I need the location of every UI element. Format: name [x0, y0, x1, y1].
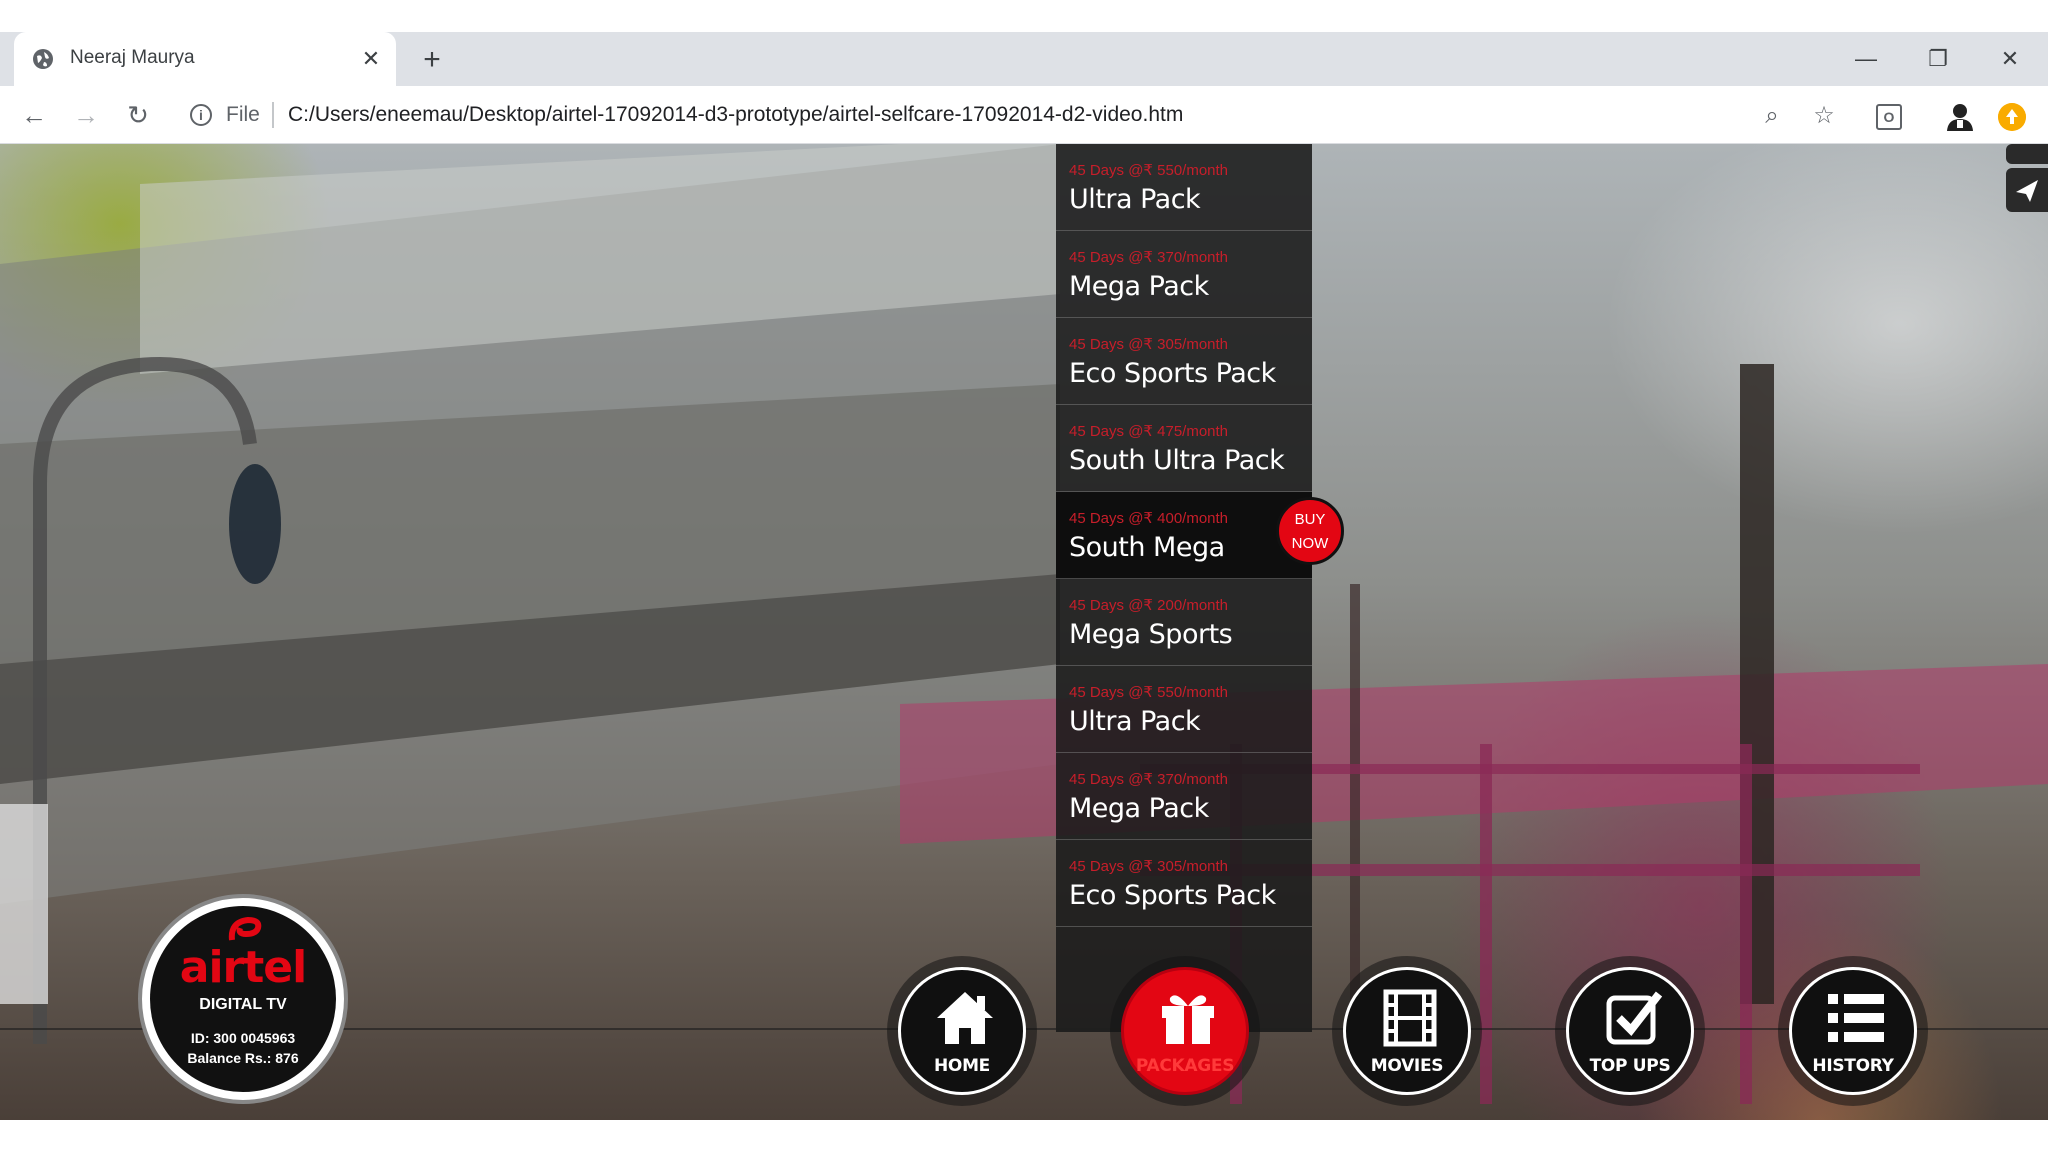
sync-icon[interactable]	[1998, 103, 2026, 131]
package-name: Ultra Pack	[1069, 706, 1201, 737]
account-balance: Balance Rs.: 876	[187, 1050, 299, 1066]
new-tab-button[interactable]: +	[416, 44, 448, 76]
package-name: Ultra Pack	[1069, 184, 1201, 215]
zoom-icon[interactable]: ⌕	[1758, 102, 1786, 130]
package-name: South Mega	[1069, 532, 1225, 563]
bottom-strip	[0, 1120, 2048, 1152]
home-icon	[937, 992, 993, 1044]
nav-ring: TOP UPS	[1566, 967, 1694, 1095]
logo-inner: airtel DIGITAL TV ID: 300 0045963 Balanc…	[150, 906, 336, 1092]
package-price: 45 Days @₹ 475/month	[1069, 423, 1229, 440]
package-name: Eco Sports Pack	[1069, 358, 1276, 389]
package-price: 45 Days @₹ 370/month	[1069, 771, 1229, 788]
package-price: 45 Days @₹ 550/month	[1069, 162, 1229, 179]
send-icon	[2016, 180, 2038, 202]
package-item[interactable]: 45 Days @₹ 550/month Ultra Pack	[1056, 144, 1312, 231]
nav-label: MOVIES	[1370, 1056, 1444, 1076]
package-item[interactable]: 45 Days @₹ 305/month Eco Sports Pack	[1056, 840, 1312, 927]
nav-ring: HOME	[898, 967, 1026, 1095]
list-icon	[1828, 994, 1884, 1042]
package-price: 45 Days @₹ 200/month	[1069, 597, 1229, 614]
extension-icon[interactable]: O	[1876, 104, 1902, 130]
nav-label: TOP UPS	[1589, 1056, 1671, 1076]
bookmark-star-icon[interactable]: ☆	[1810, 102, 1838, 130]
window-close-button[interactable]: ✕	[1982, 40, 2038, 78]
nav-packages[interactable]: PACKAGES	[1110, 956, 1260, 1106]
buy-now-line1: BUY	[1294, 511, 1326, 528]
globe-icon	[33, 49, 53, 69]
package-name: Mega Pack	[1069, 793, 1209, 824]
nav-top-ups[interactable]: TOP UPS	[1555, 956, 1705, 1106]
close-tab-icon[interactable]: ✕	[358, 46, 384, 72]
package-list: 45 Days @₹ 550/month Ultra Pack 45 Days …	[1056, 144, 1312, 1032]
nav-label: HISTORY	[1812, 1056, 1894, 1076]
package-item-selected[interactable]: 45 Days @₹ 400/month South Mega	[1056, 492, 1312, 579]
nav-home[interactable]: HOME	[887, 956, 1037, 1106]
profile-avatar-icon[interactable]	[1944, 100, 1976, 132]
tab-strip: Neeraj Maurya ✕ + — ❐ ✕	[0, 32, 2048, 86]
browser-tab[interactable]: Neeraj Maurya ✕	[14, 32, 396, 86]
package-item[interactable]: 45 Days @₹ 305/month Eco Sports Pack	[1056, 318, 1312, 405]
tab-title: Neeraj Maurya	[70, 47, 195, 68]
separator	[272, 102, 274, 128]
package-item[interactable]: 45 Days @₹ 475/month South Ultra Pack	[1056, 405, 1312, 492]
account-id: ID: 300 0045963	[190, 1030, 296, 1046]
browser-toolbar: ← → ↻ i File C:/Users/eneemau/Desktop/ai…	[0, 86, 2048, 144]
package-item[interactable]: 45 Days @₹ 550/month Ultra Pack	[1056, 666, 1312, 753]
package-name: Eco Sports Pack	[1069, 880, 1276, 911]
product-name: DIGITAL TV	[199, 996, 287, 1013]
airtel-logo-badge[interactable]: airtel DIGITAL TV ID: 300 0045963 Balanc…	[138, 894, 348, 1104]
package-price: 45 Days @₹ 305/month	[1069, 336, 1229, 353]
package-name: Mega Sports	[1069, 619, 1233, 650]
info-icon[interactable]: i	[190, 104, 212, 126]
gift-icon	[1162, 995, 1214, 1044]
package-name: South Ultra Pack	[1069, 445, 1285, 476]
nav-history[interactable]: HISTORY	[1778, 956, 1928, 1106]
minimize-button[interactable]: —	[1838, 40, 1894, 78]
nav-label: HOME	[933, 1056, 990, 1076]
restore-button[interactable]: ❐	[1910, 40, 1966, 78]
package-name: Mega Pack	[1069, 271, 1209, 302]
checkbox-icon	[1606, 991, 1663, 1045]
buy-now-line2: NOW	[1291, 535, 1329, 552]
nav-ring: PACKAGES	[1121, 967, 1249, 1095]
package-item[interactable]: 45 Days @₹ 370/month Mega Pack	[1056, 231, 1312, 318]
forward-button[interactable]: →	[70, 99, 102, 131]
brand-name: airtel	[179, 942, 307, 993]
send-widget[interactable]	[2006, 168, 2048, 212]
package-price: 45 Days @₹ 550/month	[1069, 684, 1229, 701]
package-price: 45 Days @₹ 305/month	[1069, 858, 1229, 875]
nav-ring: MOVIES	[1343, 967, 1471, 1095]
back-button[interactable]: ←	[18, 99, 50, 131]
address-bar[interactable]: i File C:/Users/eneemau/Desktop/airtel-1…	[176, 92, 1856, 138]
package-price: 45 Days @₹ 370/month	[1069, 249, 1229, 266]
package-item[interactable]: 45 Days @₹ 370/month Mega Pack	[1056, 753, 1312, 840]
nav-label: PACKAGES	[1135, 1056, 1235, 1076]
film-icon	[1383, 989, 1437, 1047]
side-widget-top[interactable]	[2006, 144, 2048, 164]
package-item[interactable]: 45 Days @₹ 200/month Mega Sports	[1056, 579, 1312, 666]
nav-ring: HISTORY	[1789, 967, 1917, 1095]
url-text[interactable]: C:/Users/eneemau/Desktop/airtel-17092014…	[288, 103, 1183, 127]
nav-movies[interactable]: MOVIES	[1332, 956, 1482, 1106]
reload-button[interactable]: ↻	[122, 99, 154, 131]
video-background: 45 Days @₹ 550/month Ultra Pack 45 Days …	[0, 144, 2048, 1120]
buy-now-button[interactable]: BUY NOW	[1276, 497, 1344, 565]
scheme-label: File	[226, 103, 260, 126]
package-price: 45 Days @₹ 400/month	[1069, 510, 1229, 527]
